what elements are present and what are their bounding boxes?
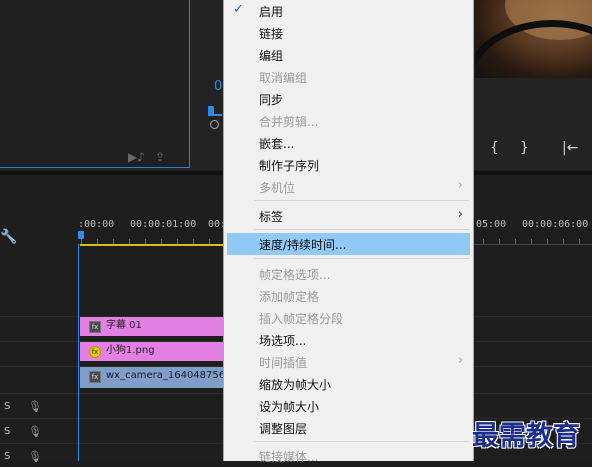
menu-item-make-subsequence[interactable]: 制作子序列 [224,154,473,176]
menu-item-multi-camera[interactable]: 多机位 › [224,176,473,198]
timecode-label: :00:00 [78,219,115,230]
menu-item-merge-clips[interactable]: 合并剪辑... [224,110,473,132]
watermark-logo: 最需教育 [472,421,580,452]
menu-separator [254,200,469,201]
clip-label: wx_camera_1640487560734 [106,370,223,381]
go-to-in-icon[interactable]: |← [562,140,578,156]
solo-track-button[interactable]: S [4,451,10,462]
menu-item-synchronize[interactable]: 同步 [224,88,473,110]
work-area-bar[interactable] [80,244,223,246]
menu-separator [254,441,469,442]
menu-item-link-media[interactable]: 链接媒体... [224,445,473,467]
menu-item-insert-frame-hold-segment[interactable]: 插入帧定格分段 [224,307,473,329]
menu-item-nest[interactable]: 嵌套... [224,132,473,154]
program-playhead-bar [208,114,222,116]
menu-item-link[interactable]: 链接 [224,22,473,44]
timeline-playhead-icon[interactable] [78,231,84,239]
menu-item-time-interpolation[interactable]: 时间插值 › [224,351,473,373]
solo-track-button[interactable]: S [4,401,10,412]
menu-item-frame-hold-options[interactable]: 帧定格选项... [224,263,473,285]
menu-item-scale-to-frame-size[interactable]: 缩放为帧大小 [224,373,473,395]
menu-item-set-to-frame-size[interactable]: 设为帧大小 [224,395,473,417]
checkmark-icon: ✓ [233,2,244,17]
timeline-clip[interactable]: fx 小狗1.png [80,342,223,361]
wrench-icon[interactable]: 🔧 [0,229,17,245]
submenu-arrow-icon: › [457,353,463,368]
clip-label: 字幕 01 [106,320,142,331]
menu-item-field-options[interactable]: 场选项... [224,329,473,351]
fx-badge-icon: fx [89,371,101,383]
clip-context-menu: ✓ 启用 链接 编组 取消编组 同步 合并剪辑... 嵌套... 制作子序列 多… [223,0,474,464]
microphone-icon[interactable]: 🎙 [28,450,42,463]
video-bowl-shape [475,20,592,78]
marker-circle-icon[interactable] [210,120,219,129]
mark-in-icon[interactable]: { [490,140,499,156]
clip-label: 小狗1.png [106,345,155,356]
menu-item-label[interactable]: 标签 › [224,205,473,227]
insert-clip-icon[interactable]: ▶♪ [128,150,145,164]
program-timecode: 0 [214,79,223,94]
timeline-clip[interactable]: fx 字幕 01 [80,317,223,336]
menu-item-add-frame-hold[interactable]: 添加帧定格 [224,285,473,307]
menu-separator [254,229,469,230]
source-monitor-frame [0,0,190,168]
fx-badge-icon: fx [89,346,101,358]
microphone-icon[interactable]: 🎙 [28,400,42,413]
menu-item-group[interactable]: 编组 [224,44,473,66]
menu-separator [254,258,469,259]
timecode-label: 05:00 [476,219,507,230]
timecode-label: 00:00:01:00 [130,219,197,230]
submenu-arrow-icon: › [457,178,463,193]
solo-track-button[interactable]: S [4,426,10,437]
menu-item-enable[interactable]: ✓ 启用 [224,0,473,22]
menu-item-ungroup[interactable]: 取消编组 [224,66,473,88]
program-video-frame [475,0,592,78]
microphone-icon[interactable]: 🎙 [28,425,42,438]
menu-item-adjustment-layer[interactable]: 调整图层 [224,417,473,439]
mark-out-icon[interactable]: } [520,140,529,156]
fx-badge-icon: fx [89,321,101,333]
source-monitor: ▶♪ ⇪ [0,0,192,170]
timeline-playhead-line [78,244,79,461]
timecode-label: 00:00:06:00 [522,219,589,230]
menu-item-speed-duration[interactable]: 速度/持续时间... [227,233,470,255]
export-frame-icon[interactable]: ⇪ [155,150,165,164]
timeline-clip[interactable]: fx wx_camera_1640487560734 [80,367,223,388]
submenu-arrow-icon: › [457,207,463,222]
